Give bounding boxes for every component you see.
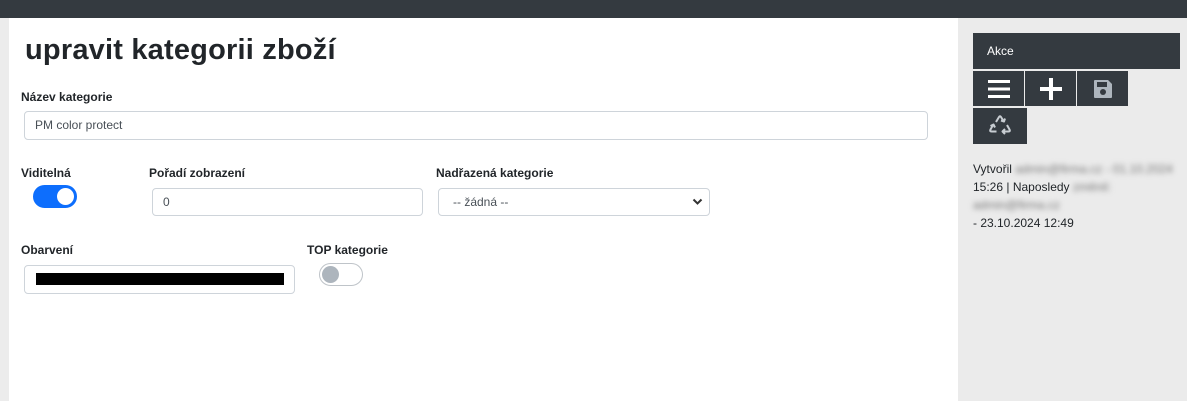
order-label: Pořadí zobrazení	[149, 166, 246, 180]
visible-toggle[interactable]	[33, 185, 77, 208]
meta-separator: |	[1006, 180, 1010, 194]
recycle-icon	[987, 114, 1013, 138]
list-button[interactable]	[973, 71, 1024, 106]
modified-date: - 23.10.2024 12:49	[973, 216, 1074, 230]
order-input[interactable]: 0	[152, 188, 423, 216]
modified-prefix: Naposledy	[1012, 180, 1070, 194]
category-name-value: PM color protect	[35, 118, 123, 132]
top-bar	[0, 0, 1187, 18]
recycle-button[interactable]	[973, 108, 1027, 144]
chevron-down-icon	[692, 189, 703, 224]
created-by-blurred: admin@firma.cz - 01.10.2024	[1015, 162, 1173, 176]
actions-sidebar: Akce Vytvořil admin@firma.cz - 01.10.202…	[958, 18, 1187, 401]
color-label: Obarvení	[21, 243, 74, 257]
save-icon	[1093, 79, 1113, 99]
created-time: 15:26	[973, 180, 1004, 194]
color-swatch	[36, 273, 284, 285]
category-name-input[interactable]: PM color protect	[24, 111, 928, 140]
order-value: 0	[163, 195, 170, 209]
visible-label: Viditelná	[21, 166, 71, 180]
record-metadata: Vytvořil admin@firma.cz - 01.10.2024 15:…	[973, 160, 1178, 232]
top-category-toggle[interactable]	[319, 263, 363, 286]
top-category-label: TOP kategorie	[307, 243, 388, 257]
list-icon	[987, 79, 1010, 98]
parent-label: Nadřazená kategorie	[436, 166, 554, 180]
toggle-knob	[322, 266, 339, 283]
parent-category-select[interactable]: -- žádná --	[438, 188, 710, 216]
color-input[interactable]	[24, 265, 295, 294]
actions-header: Akce	[973, 33, 1180, 69]
name-label: Název kategorie	[21, 90, 113, 104]
page-title: upravit kategorii zboží	[25, 34, 336, 66]
add-button[interactable]	[1025, 71, 1076, 106]
save-button[interactable]	[1077, 71, 1128, 106]
created-prefix: Vytvořil	[973, 162, 1012, 176]
left-strip	[0, 18, 9, 401]
parent-selected-value: -- žádná --	[453, 195, 509, 209]
main-content: upravit kategorii zboží Název kategorie …	[9, 18, 958, 401]
toggle-knob	[57, 188, 74, 205]
plus-icon	[1039, 77, 1062, 100]
